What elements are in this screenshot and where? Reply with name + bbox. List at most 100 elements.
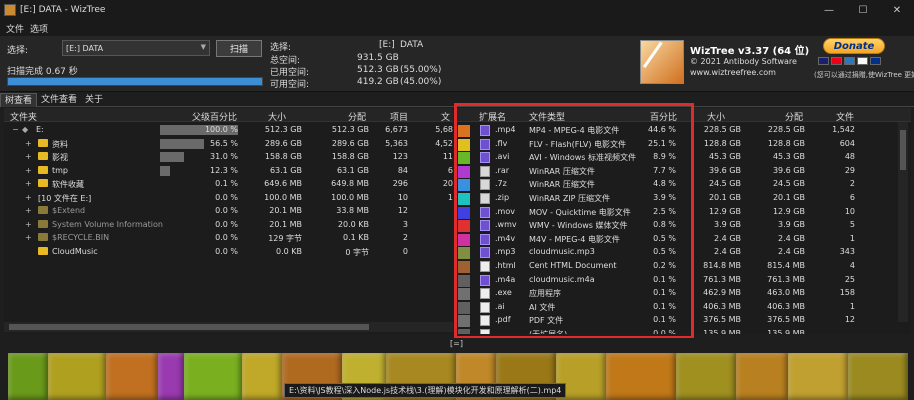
ext-size: 462.9 MB [703,288,741,298]
folder-icon [38,138,48,147]
scan-progress-fill [8,78,262,85]
ext-alloc: 39.6 GB [772,165,805,175]
tab-tree-view[interactable]: 树查看 [0,93,38,107]
stat-free-pct: (45.00%) [400,77,442,87]
tree-row-name: 软件收藏 [52,180,84,189]
tab-about[interactable]: 关于 [81,93,107,107]
ext-size: 2.4 GB [714,247,741,257]
tab-file-view[interactable]: 文件查看 [37,93,81,107]
stat-used-pct: (55.00%) [400,65,442,75]
treemap-block[interactable] [606,353,676,400]
tree-row-size: 20.1 MB [269,206,302,215]
title-bar: [E:] DATA - WizTree — ☐ ✕ [0,0,914,20]
tree-row[interactable]: + tmp 12.3 % 63.1 GB 63.1 GB 84 6 [4,164,453,178]
ext-alloc: 406.3 MB [767,301,805,311]
ext-files: 12 [844,315,855,325]
tree-row-pct: 0.0 % [215,206,238,215]
expand-icon[interactable]: + [25,179,32,188]
col-folder[interactable]: 文件夹 [10,110,37,123]
tree-row[interactable]: + 软件收藏 0.1 % 649.6 MB 649.8 MB 296 20 [4,177,453,191]
tree-row[interactable]: + $Extend 0.0 % 20.1 MB 33.8 MB 12 [4,204,453,218]
tree-row-items: 10 [397,192,408,202]
drive-select-value: [E:] DATA [66,43,104,53]
col-items[interactable]: 项目 [390,110,408,123]
treemap-block[interactable] [106,353,158,400]
tree-row-name: 影视 [52,153,68,162]
col-size[interactable]: 大小 [268,110,286,123]
treemap-block[interactable] [158,353,184,400]
tree-row[interactable]: + System Volume Information 0.0 % 20.1 MB 20… [4,218,453,232]
ext-files: ... [847,329,855,334]
col-alloc[interactable]: 分配 [348,110,366,123]
col-ext-alloc[interactable]: 分配 [785,110,803,123]
ext-size: 2.4 GB [714,233,741,243]
expand-icon[interactable]: + [25,233,32,242]
ext-size: 128.8 GB [703,138,741,148]
close-button[interactable]: ✕ [880,0,914,20]
treemap-block[interactable] [184,353,242,400]
tree-row[interactable]: + 影视 31.0 % 158.8 GB 158.8 GB 123 11 [4,150,453,164]
expand-icon[interactable]: + [25,152,32,161]
expand-icon[interactable]: + [25,206,32,215]
scan-button[interactable]: 扫描 [216,40,262,57]
ext-alloc: 463.0 MB [767,288,805,298]
folder-icon [38,152,48,160]
expand-icon[interactable]: + [25,220,32,229]
menu-options[interactable]: 选项 [30,22,48,35]
brand-name: WizTree v3.37 (64 位) [690,46,810,57]
splitter-handle[interactable]: [=] [450,339,463,348]
brand-url[interactable]: www.wiztreefree.com [690,68,776,77]
tree-row-pct: 31.0 % [210,152,238,161]
ext-files: 48 [844,152,855,162]
expand-icon[interactable]: + [25,139,32,148]
treemap-block[interactable] [8,353,48,400]
amex-card-icon [844,57,855,65]
tree-row-size: 289.6 GB [264,138,302,148]
col-ext-size[interactable]: 大小 [707,110,725,123]
tree-row[interactable]: + 资料 56.5 % 289.6 GB 289.6 GB 5,363 4,52 [4,137,453,151]
ext-files: 29 [844,165,855,175]
collapse-icon[interactable]: − [12,125,19,134]
col-parent-pct[interactable]: 父级百分比 [192,110,237,123]
treemap-block[interactable] [848,353,908,400]
donate-button[interactable]: Donate [823,38,885,54]
ext-alloc: 2.4 GB [778,233,805,243]
maximize-button[interactable]: ☐ [846,0,880,20]
tree-horizontal-scrollbar[interactable] [4,322,453,332]
menu-file[interactable]: 文件 [6,22,24,35]
ext-size: 228.5 GB [703,125,741,134]
minimize-button[interactable]: — [812,0,846,20]
folder-icon [38,219,48,228]
expand-icon[interactable]: + [25,166,32,175]
tree-row[interactable]: + [10 文件在 E:] 0.0 % 100.0 MB 100.0 MB 10 1 [4,191,453,205]
col-ext-files[interactable]: 文件 [836,110,854,123]
ext-alloc: 12.9 GB [772,206,805,216]
expand-icon[interactable]: + [25,193,32,202]
drive-select[interactable]: [E:] DATA ▼ [62,40,210,56]
wiztree-logo [640,40,684,84]
treemap-tooltip: E:\资料\JS教程\深入Node.js技术栈\3.(理解)模块化开发和原理解析… [284,383,567,398]
tree-row-name: tmp [52,165,69,175]
treemap-block[interactable] [48,353,106,400]
ext-vertical-scrollbar[interactable] [898,122,908,322]
tree-row-items: 3 [402,219,408,229]
menu-bar: 文件 选项 [0,20,914,36]
ext-alloc: 20.1 GB [772,193,805,202]
treemap-block[interactable] [242,353,282,400]
treemap-block[interactable] [788,353,848,400]
tree-row-size: 158.8 GB [264,152,302,161]
tree-row[interactable]: − ◆ E: 100.0 % 512.3 GB 512.3 GB 6,673 5,68 [4,123,453,137]
ext-alloc: 376.5 MB [767,315,805,325]
tree-row-files: 4,52 [435,138,453,148]
tree-row[interactable]: + $RECYCLE.BIN 0.0 % 129 字节 0.1 KB 2 [4,231,453,245]
tree-row[interactable]: CloudMusic 0.0 % 0.0 KB 0 字节 0 [4,245,453,259]
ext-size: 814.8 MB [703,261,741,270]
payment-cards [818,57,881,65]
ext-files: 10 [844,206,855,216]
splitter[interactable]: [=] [0,338,914,352]
treemap-block[interactable] [676,353,736,400]
ext-alloc: 135.9 MB [767,329,805,334]
col-files[interactable]: 文 [441,110,450,123]
treemap-block[interactable] [736,353,788,400]
tree-row-name: E: [36,125,44,134]
